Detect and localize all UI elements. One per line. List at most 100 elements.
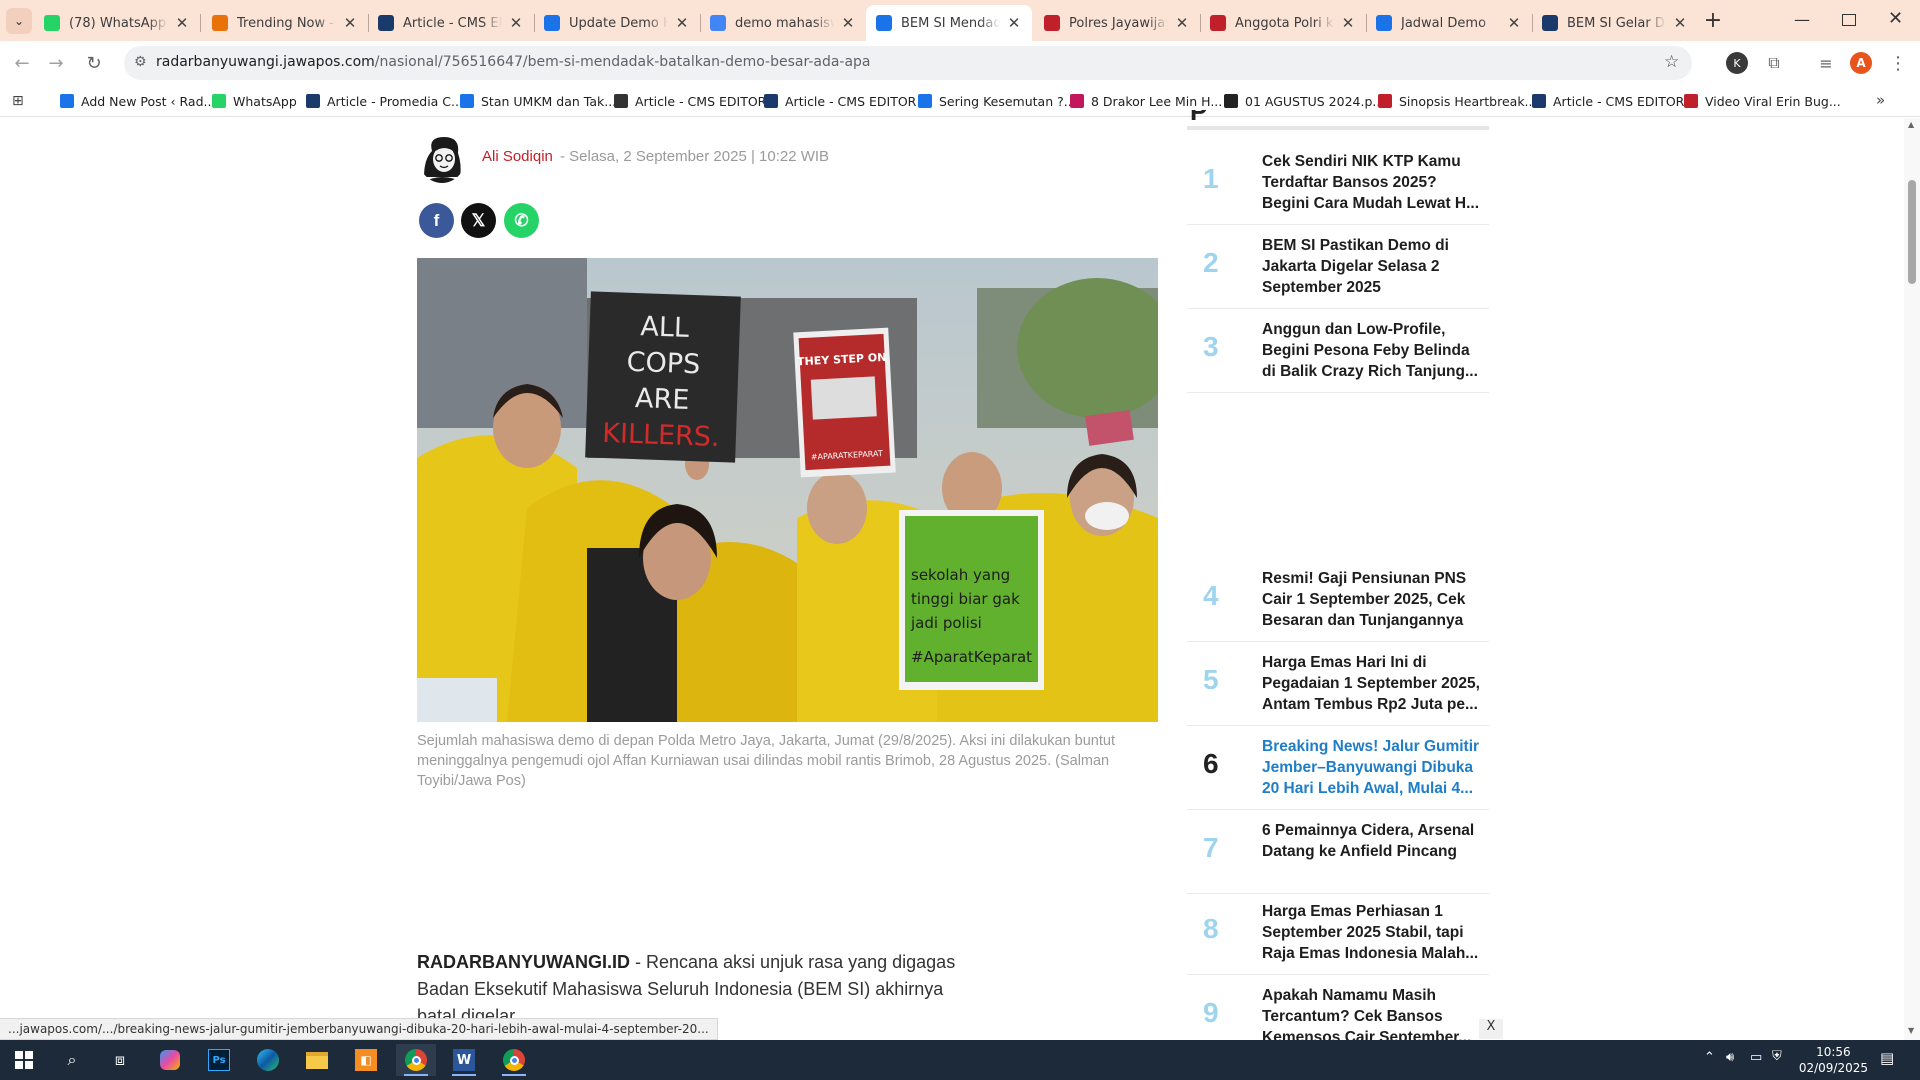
popular-item-8[interactable]: 8 Harga Emas Perhiasan 1 September 2025 S… — [1187, 891, 1489, 975]
tab-close-icon[interactable]: ✕ — [174, 14, 190, 32]
facebook-share-button[interactable]: f — [419, 203, 454, 238]
popular-title-link[interactable]: Cek Sendiri NIK KTP Kamu Terdaftar Banso… — [1262, 151, 1480, 214]
bookmark-5[interactable]: Article - CMS EDITOR — [614, 92, 766, 110]
bookmark-11[interactable]: Article - CMS EDITOR — [1532, 92, 1684, 110]
apps-grid-icon[interactable]: ⊞ — [12, 93, 24, 109]
extension-k-icon[interactable]: K — [1726, 52, 1748, 74]
author-avatar[interactable] — [418, 131, 466, 183]
bookmark-6[interactable]: Article - CMS EDITOR — [764, 92, 916, 110]
tab-7[interactable]: Polres Jayawijaya ✕ — [1034, 5, 1200, 41]
popular-title-link[interactable]: Anggun dan Low-Profile, Begini Pesona Fe… — [1262, 319, 1480, 382]
bookmarks-overflow-icon[interactable]: » — [1876, 91, 1885, 109]
popular-item-9[interactable]: 9 Apakah Namamu Masih Tercantum? Cek Bans… — [1187, 975, 1489, 1048]
orange-app-icon[interactable]: ◧ — [346, 1044, 386, 1076]
popular-title-link[interactable]: Harga Emas Perhiasan 1 September 2025 St… — [1262, 901, 1480, 964]
popular-item-1[interactable]: 1 Cek Sendiri NIK KTP Kamu Terdaftar Bans… — [1187, 141, 1489, 225]
tray-chevron-icon[interactable]: ⌃ — [1704, 1050, 1715, 1065]
bookmark-4[interactable]: Stan UMKM dan Tak... — [460, 92, 616, 110]
popular-item-5[interactable]: 5 Harga Emas Hari Ini di Pegadaian 1 Sept… — [1187, 642, 1489, 726]
tab-9[interactable]: Jadwal Demo ✕ — [1366, 5, 1532, 41]
google-icon — [710, 15, 726, 31]
clock[interactable]: 10:56 02/09/2025 — [1799, 1044, 1868, 1076]
popular-item-2[interactable]: 2 BEM SI Pastikan Demo di Jakarta Digelar… — [1187, 225, 1489, 309]
site-info-icon[interactable]: ⚙ — [134, 54, 147, 70]
file-explorer-icon[interactable] — [297, 1044, 337, 1076]
new-tab-plus-icon[interactable]: + — [1700, 9, 1726, 35]
forward-arrow-icon[interactable]: → — [42, 49, 70, 77]
photoshop-icon[interactable]: Ps — [199, 1044, 239, 1076]
restore-icon[interactable] — [1842, 14, 1856, 26]
x-share-button[interactable]: 𝕏 — [461, 203, 496, 238]
popular-title-link[interactable]: Breaking News! Jalur Gumitir Jember–Bany… — [1262, 736, 1480, 799]
tab-close-icon[interactable]: ✕ — [840, 14, 856, 32]
bookmark-7[interactable]: Sering Kesemutan ?... — [918, 92, 1076, 110]
minimize-icon[interactable]: — — [1794, 10, 1810, 29]
tab-6[interactable]: BEM SI Mendadak ✕ — [866, 5, 1032, 41]
volume-icon[interactable]: 🔊︎ — [1726, 1050, 1734, 1065]
whatsapp-share-button[interactable]: ✆ — [504, 203, 539, 238]
shield-icon[interactable]: ⛨ — [1772, 1049, 1782, 1064]
bookmark-8[interactable]: 8 Drakor Lee Min H... — [1070, 92, 1222, 110]
back-arrow-icon[interactable]: ← — [8, 49, 36, 77]
bookmark-10[interactable]: Sinopsis Heartbreak... — [1378, 92, 1536, 110]
extensions-puzzle-icon[interactable]: ⧉ — [1760, 49, 1788, 77]
tab-close-icon[interactable]: ✕ — [1174, 14, 1190, 32]
bookmark-label: Sering Kesemutan ?... — [939, 93, 1076, 109]
bookmark-1[interactable]: Add New Post ‹ Rad... — [60, 92, 215, 110]
tab-close-icon[interactable]: ✕ — [1340, 14, 1356, 32]
profile-avatar[interactable]: A — [1850, 52, 1872, 74]
windows-start-icon[interactable] — [4, 1044, 44, 1076]
sign3-line2: tinggi biar gak — [911, 590, 1020, 608]
popular-item-7[interactable]: 7 6 Pemainnya Cidera, Arsenal Datang ke A… — [1187, 810, 1489, 894]
tab-8[interactable]: Anggota Polri kor ✕ — [1200, 5, 1366, 41]
chrome-taskbar-icon[interactable] — [396, 1044, 436, 1076]
popular-title-link[interactable]: BEM SI Pastikan Demo di Jakarta Digelar … — [1262, 235, 1480, 298]
tab-close-icon[interactable]: ✕ — [1006, 14, 1022, 32]
tab-close-icon[interactable]: ✕ — [1672, 14, 1688, 32]
bookmark-3[interactable]: Article - Promedia C... — [306, 92, 463, 110]
author-name-link[interactable]: Ali Sodiqin — [482, 148, 553, 165]
page-scrollbar[interactable]: ▲ ▼ — [1904, 118, 1920, 1040]
notifications-icon[interactable]: ▤ — [1880, 1049, 1894, 1067]
tab-close-icon[interactable]: ✕ — [342, 14, 358, 32]
address-bar[interactable]: ⚙ radarbanyuwangi.jawapos.com/nasional/7… — [124, 46, 1692, 80]
network-icon[interactable]: ▭ — [1750, 1050, 1762, 1065]
popular-title-link[interactable]: 6 Pemainnya Cidera, Arsenal Datang ke An… — [1262, 820, 1480, 862]
tab-5[interactable]: demo mahasiswa ✕ — [700, 5, 866, 41]
bookmark-12[interactable]: Video Viral Erin Bug... — [1684, 92, 1841, 110]
tab-close-icon[interactable]: ✕ — [674, 14, 690, 32]
tab-10[interactable]: BEM SI Gelar Dem ✕ — [1532, 5, 1698, 41]
edge-icon[interactable] — [248, 1044, 288, 1076]
chrome-second-icon[interactable] — [494, 1044, 534, 1076]
scroll-up-icon[interactable]: ▲ — [1908, 120, 1914, 129]
scrollbar-thumb[interactable] — [1908, 180, 1916, 284]
media-control-icon[interactable]: ≡ — [1812, 49, 1840, 77]
taskbar-search-icon[interactable]: ⌕ — [52, 1044, 92, 1076]
tab-2[interactable]: Trending Now - G ✕ — [202, 5, 368, 41]
popular-title-link[interactable]: Apakah Namamu Masih Tercantum? Cek Banso… — [1262, 985, 1480, 1048]
popular-item-4[interactable]: 4 Resmi! Gaji Pensiunan PNS Cair 1 Septem… — [1187, 558, 1489, 642]
popular-item-6[interactable]: 6 Breaking News! Jalur Gumitir Jember–Ban… — [1187, 726, 1489, 810]
tab-3[interactable]: Article - CMS EDIT ✕ — [368, 5, 534, 41]
bookmark-9[interactable]: 01 AGUSTUS 2024.p... — [1224, 92, 1384, 110]
reload-icon[interactable]: ↻ — [80, 49, 108, 77]
popular-item-3[interactable]: 3 Anggun dan Low-Profile, Begini Pesona F… — [1187, 309, 1489, 393]
bookmark-star-icon[interactable]: ☆ — [1664, 52, 1679, 72]
tab-1[interactable]: (78) WhatsApp ✕ — [34, 5, 200, 41]
word-icon[interactable]: W — [444, 1044, 484, 1076]
window-close-icon[interactable]: ✕ — [1888, 8, 1903, 29]
tab-4[interactable]: Update Demo Har ✕ — [534, 5, 700, 41]
popular-title-link[interactable]: Harga Emas Hari Ini di Pegadaian 1 Septe… — [1262, 652, 1480, 715]
tab-close-icon[interactable]: ✕ — [508, 14, 524, 32]
tab-close-icon[interactable]: ✕ — [1506, 14, 1522, 32]
ad-close-button[interactable]: X — [1479, 1019, 1503, 1039]
bookmark-favicon-icon — [460, 94, 474, 108]
popular-title-link[interactable]: Resmi! Gaji Pensiunan PNS Cair 1 Septemb… — [1262, 568, 1480, 631]
tab-search-chevron-icon[interactable]: ⌄ — [6, 8, 32, 34]
tab-separator — [200, 14, 201, 32]
copilot-icon[interactable] — [150, 1044, 190, 1076]
scroll-down-icon[interactable]: ▼ — [1908, 1026, 1914, 1035]
task-view-icon[interactable]: ⧈ — [100, 1044, 140, 1076]
bookmark-2[interactable]: WhatsApp — [212, 92, 297, 110]
menu-dots-icon[interactable]: ⋮ — [1884, 49, 1912, 77]
